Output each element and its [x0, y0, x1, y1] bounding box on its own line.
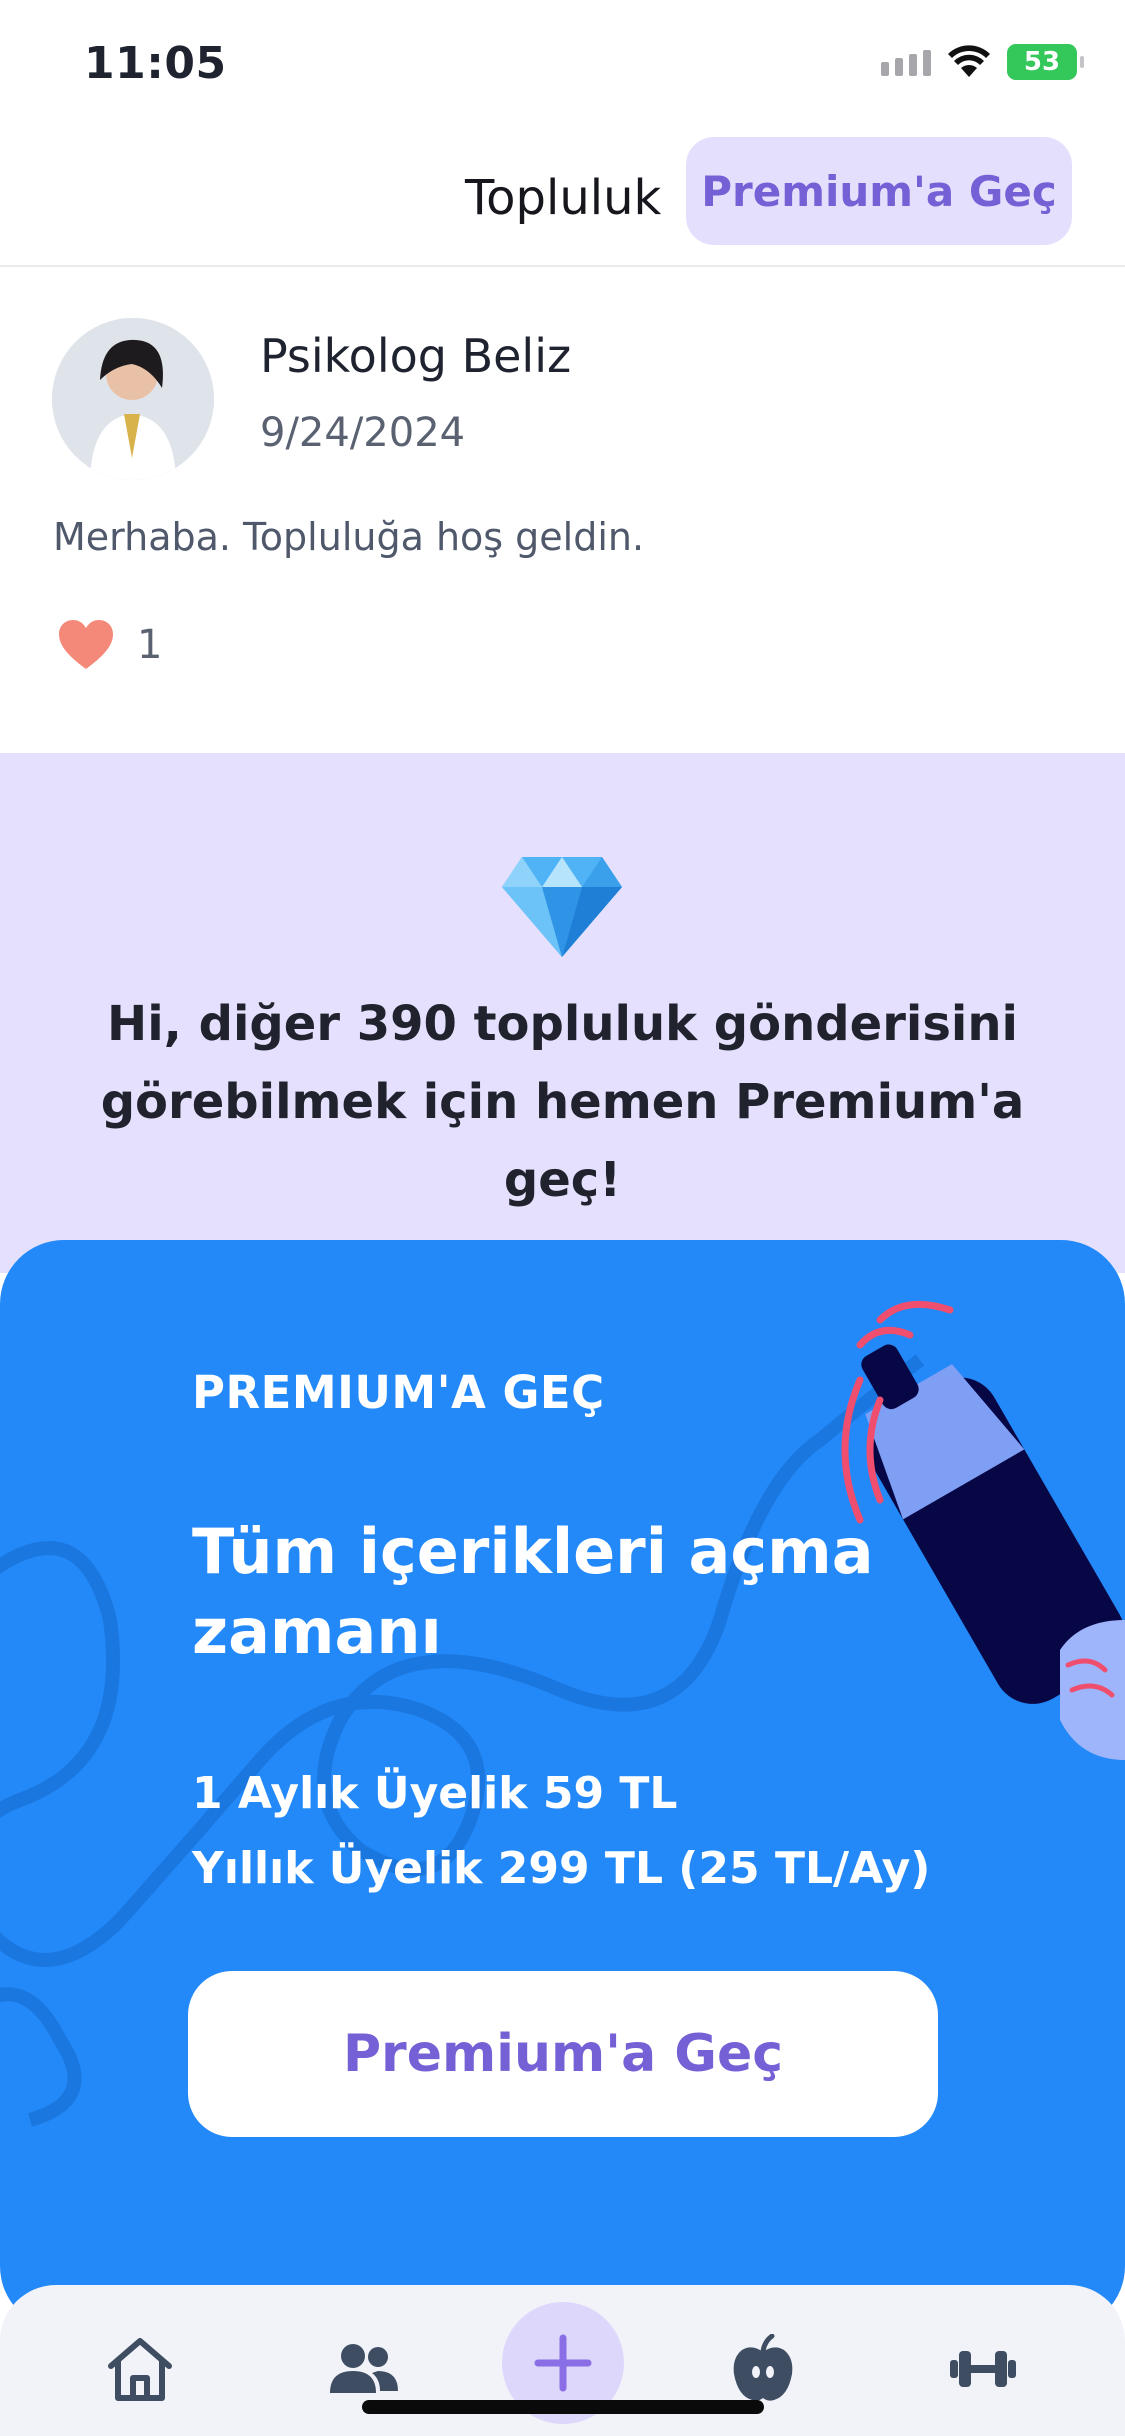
status-bar: 11:05 53: [0, 0, 1125, 130]
avatar[interactable]: [52, 318, 214, 480]
page-title: Topluluk: [465, 170, 662, 226]
premium-cta-button[interactable]: Premium'a Geç: [188, 1971, 938, 2137]
premium-promo-card: PREMIUM'A GEÇ Tüm içerikleri açma zamanı…: [0, 1240, 1125, 2330]
nutrition-icon: [733, 2334, 793, 2401]
battery-level: 53: [1023, 47, 1061, 77]
tab-nutrition[interactable]: [723, 2329, 803, 2409]
promo-headline: Tüm içerikleri açma zamanı: [192, 1515, 874, 1668]
heart-icon: [59, 620, 113, 669]
teaser-line-2: görebilmek için hemen Premium'a geç!: [100, 1074, 1025, 1208]
add-icon: [534, 2334, 592, 2392]
teaser-message: Hi, diğer 390 topluluk gönderisini göreb…: [40, 985, 1085, 1219]
premium-header-button[interactable]: Premium'a Geç: [686, 137, 1072, 245]
community-post: Psikolog Beliz 9/24/2024 Merhaba. Toplul…: [0, 267, 1125, 753]
diamond-icon: [502, 857, 622, 957]
status-icons: 53: [881, 44, 1084, 80]
battery-icon: 53: [1007, 44, 1084, 80]
status-time: 11:05: [84, 38, 227, 89]
post-author[interactable]: Psikolog Beliz: [260, 329, 571, 383]
teaser-line-1: Hi, diğer 390 topluluk gönderisini: [107, 996, 1018, 1052]
like-count: 1: [137, 622, 163, 668]
fitness-icon: [950, 2351, 1016, 2387]
top-header: Topluluk Premium'a Geç: [0, 130, 1125, 267]
wifi-icon: [948, 45, 990, 77]
price-monthly: 1 Aylık Üyelik 59 TL: [192, 1768, 678, 1819]
premium-teaser: Hi, diğer 390 topluluk gönderisini göreb…: [0, 753, 1125, 1273]
home-indicator: [362, 2400, 764, 2414]
like-button[interactable]: 1: [57, 619, 162, 671]
tab-fitness[interactable]: [943, 2329, 1023, 2409]
promo-eyebrow: PREMIUM'A GEÇ: [192, 1366, 605, 1419]
tab-home[interactable]: [100, 2329, 180, 2409]
price-yearly: Yıllık Üyelik 299 TL (25 TL/Ay): [192, 1843, 931, 1894]
tab-community[interactable]: [323, 2329, 403, 2409]
post-message: Merhaba. Topluluğa hoş geldin.: [53, 515, 645, 559]
community-icon: [330, 2344, 398, 2393]
avatar-photo: [52, 318, 214, 480]
cellular-signal-icon: [881, 48, 931, 76]
post-date: 9/24/2024: [260, 410, 466, 456]
home-icon: [108, 2338, 172, 2401]
